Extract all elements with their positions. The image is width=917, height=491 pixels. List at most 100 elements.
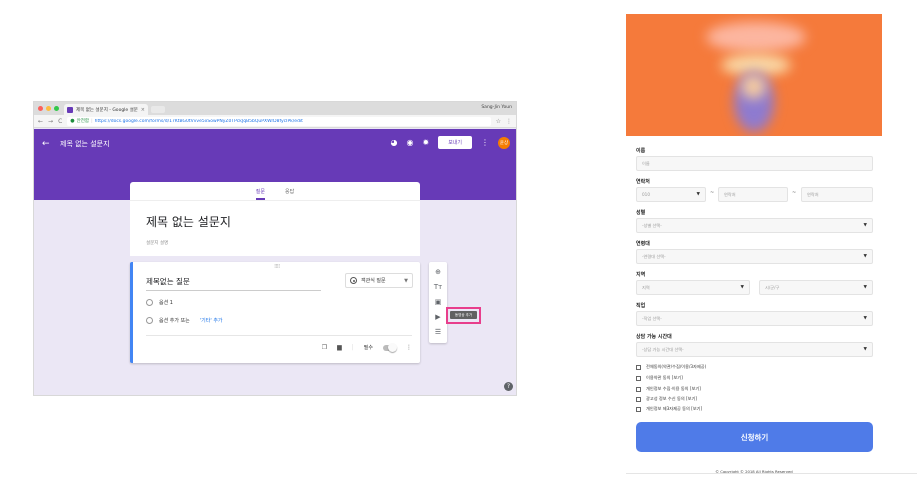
tab-responses[interactable]: 응답	[285, 188, 294, 200]
submit-button[interactable]: 신청하기	[636, 422, 873, 452]
new-tab-button[interactable]	[151, 106, 165, 113]
browser-tab-bar: 제목 없는 설문지 - Google 설문지 × Sang-Jin Youn	[34, 102, 516, 115]
promo-banner-image	[626, 14, 882, 136]
job-select[interactable]: -직업 선택- ▼	[636, 311, 873, 326]
caret-down-icon: ▼	[863, 254, 867, 259]
duplicate-icon[interactable]: ❐	[322, 344, 327, 351]
region-city-placeholder: 지역	[642, 284, 650, 290]
add-video-icon[interactable]: ▶	[435, 314, 440, 321]
radio-checked-icon	[350, 277, 357, 284]
browser-tab[interactable]: 제목 없는 설문지 - Google 설문지 ×	[64, 104, 148, 115]
caret-down-icon: ▼	[696, 192, 700, 197]
form-title[interactable]: 제목 없는 설문지	[146, 213, 231, 230]
delete-trash-icon[interactable]: ▆	[337, 344, 342, 351]
question-card[interactable]: ⠿⠿ 제목없는 질문 객관식 질문 ▼ 옵션 1 옵션 추가 또는 '기타' 추…	[130, 262, 420, 363]
question-footer: ❐ ▆ | 필수 ⋮	[322, 343, 412, 352]
name-input[interactable]: 이름	[636, 156, 873, 171]
minimize-window-button[interactable]	[46, 106, 51, 111]
close-tab-icon[interactable]: ×	[141, 107, 145, 113]
forms-header-actions: ◕ ◉ ✹ 보내기 ⋮ 윤상	[391, 136, 510, 149]
required-toggle[interactable]	[383, 343, 397, 352]
add-option-link[interactable]: 옵션 추가 또는	[159, 317, 190, 324]
option-label[interactable]: 옵션 1	[159, 299, 173, 306]
consent-label: 개인정보 제3자제공 동의 [보기]	[646, 406, 703, 411]
url-text: https://docs.google.com/forms/d/17KtBG0t…	[94, 118, 303, 124]
footer-separator: |	[351, 344, 354, 351]
checkbox-icon[interactable]	[636, 386, 641, 392]
checkbox-icon[interactable]	[636, 364, 641, 370]
help-icon[interactable]: ?	[504, 382, 513, 391]
consent-thirdparty-checkbox[interactable]: 개인정보 제3자제공 동의 [보기]	[636, 406, 702, 412]
phone-last-input[interactable]: 연락처	[801, 187, 873, 202]
checkbox-icon[interactable]	[636, 396, 641, 402]
forms-tabs: 질문 응답	[130, 182, 420, 200]
consent-privacy-checkbox[interactable]: 개인정보 수집·이용 동의 [보기]	[636, 386, 701, 392]
forms-header-title[interactable]: 제목 없는 설문지	[60, 139, 110, 149]
region-city-select[interactable]: 지역 ▼	[636, 280, 750, 295]
url-input[interactable]: ● 안전함 | https://docs.google.com/forms/d/…	[67, 116, 491, 126]
drag-handle-icon[interactable]: ⠿⠿	[274, 264, 280, 270]
forms-back-icon[interactable]: ←	[42, 139, 50, 149]
question-title-input[interactable]: 제목없는 질문	[146, 276, 321, 291]
form-title-card: 제목 없는 설문지 설문지 설명	[130, 200, 420, 256]
phone-prefix-value: 010	[642, 192, 650, 197]
radio-empty-icon	[146, 299, 153, 306]
required-label: 필수	[363, 345, 373, 351]
checkbox-icon[interactable]	[636, 375, 641, 381]
add-title-text-icon[interactable]: Tт	[434, 284, 442, 291]
consent-label: 개인정보 수집·이용 동의 [보기]	[646, 386, 701, 391]
checkbox-icon[interactable]	[636, 406, 641, 412]
gender-label: 성별	[636, 210, 646, 216]
age-select[interactable]: -연령대 선택- ▼	[636, 249, 873, 264]
option-row[interactable]: 옵션 1	[146, 299, 173, 306]
maximize-window-button[interactable]	[54, 106, 59, 111]
bookmark-star-icon[interactable]: ☆	[496, 118, 501, 125]
browser-menu-icon[interactable]: ⋮	[506, 118, 512, 125]
question-more-icon[interactable]: ⋮	[406, 344, 412, 351]
avatar[interactable]: 윤상	[498, 136, 510, 149]
add-image-icon[interactable]: ▣	[435, 299, 442, 306]
add-other-link[interactable]: '기타' 추가	[200, 317, 223, 324]
screenshot-root: 제목 없는 설문지 - Google 설문지 × Sang-Jin Youn ←…	[0, 0, 917, 491]
consent-label: 이용약관 동의 [보기]	[646, 375, 683, 380]
add-section-icon[interactable]: ☰	[435, 329, 441, 336]
consent-terms-checkbox[interactable]: 이용약관 동의 [보기]	[636, 375, 683, 381]
reload-button[interactable]: C	[58, 118, 62, 125]
question-footer-divider	[146, 335, 412, 336]
secure-label: 안전함	[76, 119, 90, 124]
more-menu-icon[interactable]: ⋮	[481, 138, 489, 147]
add-video-tooltip: 동영상 추가	[450, 311, 477, 319]
time-select[interactable]: -상담 가능 시간대 선택- ▼	[636, 342, 873, 357]
phone-middle-input[interactable]: 연락처	[718, 187, 788, 202]
phone-prefix-select[interactable]: 010 ▼	[636, 187, 706, 202]
job-label: 직업	[636, 303, 646, 309]
time-placeholder: -상담 가능 시간대 선택-	[642, 346, 684, 352]
browser-user-name[interactable]: Sang-Jin Youn	[481, 105, 512, 110]
back-button[interactable]: ←	[38, 118, 43, 125]
job-placeholder: -직업 선택-	[642, 315, 662, 321]
region-district-select[interactable]: 시/군/구 ▼	[759, 280, 873, 295]
time-label: 상담 가능 시간대	[636, 334, 672, 340]
gender-select[interactable]: -성별 선택- ▼	[636, 218, 873, 233]
tab-questions[interactable]: 질문	[255, 188, 265, 200]
forward-button[interactable]: →	[48, 118, 53, 125]
close-window-button[interactable]	[38, 106, 43, 111]
banner-blur-heading	[706, 22, 806, 52]
question-type-label: 객관식 질문	[361, 278, 386, 284]
send-button[interactable]: 보내기	[438, 136, 472, 149]
name-label: 이름	[636, 148, 646, 154]
question-type-select[interactable]: 객관식 질문 ▼	[345, 273, 413, 288]
gender-placeholder: -성별 선택-	[642, 222, 662, 228]
lock-icon: ●	[70, 118, 75, 124]
phone-label: 연락처	[636, 179, 650, 185]
settings-gear-icon[interactable]: ✹	[422, 138, 429, 147]
footer-divider	[626, 473, 917, 474]
consent-all-checkbox[interactable]: 전체동의(약관/수집/이용/3자제공)	[636, 364, 706, 370]
add-question-icon[interactable]: ⊕	[435, 269, 441, 276]
caret-down-icon: ▼	[863, 316, 867, 321]
caret-down-icon: ▼	[863, 223, 867, 228]
palette-icon[interactable]: ◕	[391, 138, 398, 147]
consent-marketing-checkbox[interactable]: 광고성 정보 수신 동의 [보기]	[636, 396, 697, 402]
preview-eye-icon[interactable]: ◉	[407, 138, 414, 147]
form-description-field[interactable]: 설문지 설명	[146, 240, 168, 246]
